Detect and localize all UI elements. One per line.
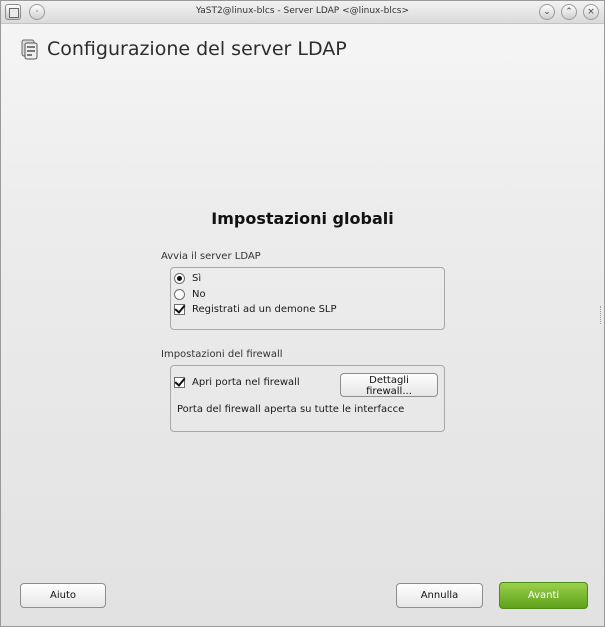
open-port-checkbox-row[interactable]: Apri porta nel firewall: [174, 377, 300, 388]
section-title: Impostazioni globali: [211, 209, 394, 228]
firewall-details-button[interactable]: Dettagli firewall...: [340, 373, 438, 397]
ldap-group-label: Avvia il server LDAP: [161, 251, 261, 262]
firewall-status-text: Porta del firewall aperta su tutte le in…: [177, 404, 405, 415]
minimize-icon[interactable]: ⌄: [539, 4, 555, 20]
help-button[interactable]: Aiuto: [20, 583, 106, 608]
open-port-checkbox[interactable]: [174, 377, 185, 388]
slp-checkbox-row[interactable]: Registrati ad un demone SLP: [174, 304, 337, 315]
slp-checkbox[interactable]: [174, 304, 185, 315]
page-title: Configurazione del server LDAP: [47, 38, 347, 60]
resize-handle[interactable]: [600, 306, 604, 324]
maximize-icon[interactable]: ⌃: [561, 4, 577, 20]
cancel-button[interactable]: Annulla: [396, 583, 483, 608]
radio-yes[interactable]: [174, 273, 185, 284]
radio-no[interactable]: [174, 289, 185, 300]
radio-yes-row[interactable]: Sì: [174, 273, 201, 284]
firewall-groupbox: Apri porta nel firewall Dettagli firewal…: [170, 365, 445, 432]
slp-checkbox-label: Registrati ad un demone SLP: [192, 304, 337, 315]
open-port-checkbox-label: Apri porta nel firewall: [192, 377, 300, 388]
yast-window: · YaST2@linux-blcs - Server LDAP <@linux…: [0, 0, 605, 627]
ldap-server-icon: [21, 39, 38, 60]
radio-yes-label: Sì: [192, 273, 202, 284]
radio-no-label: No: [192, 289, 206, 300]
titlebar: · YaST2@linux-blcs - Server LDAP <@linux…: [1, 1, 604, 24]
radio-no-row[interactable]: No: [174, 289, 206, 300]
ldap-groupbox: Sì No Registrati ad un demone SLP: [170, 267, 445, 330]
firewall-group-label: Impostazioni del firewall: [161, 349, 283, 360]
next-button[interactable]: Avanti: [499, 582, 588, 609]
close-icon[interactable]: ×: [583, 4, 599, 20]
window-title: YaST2@linux-blcs - Server LDAP <@linux-b…: [195, 6, 410, 16]
